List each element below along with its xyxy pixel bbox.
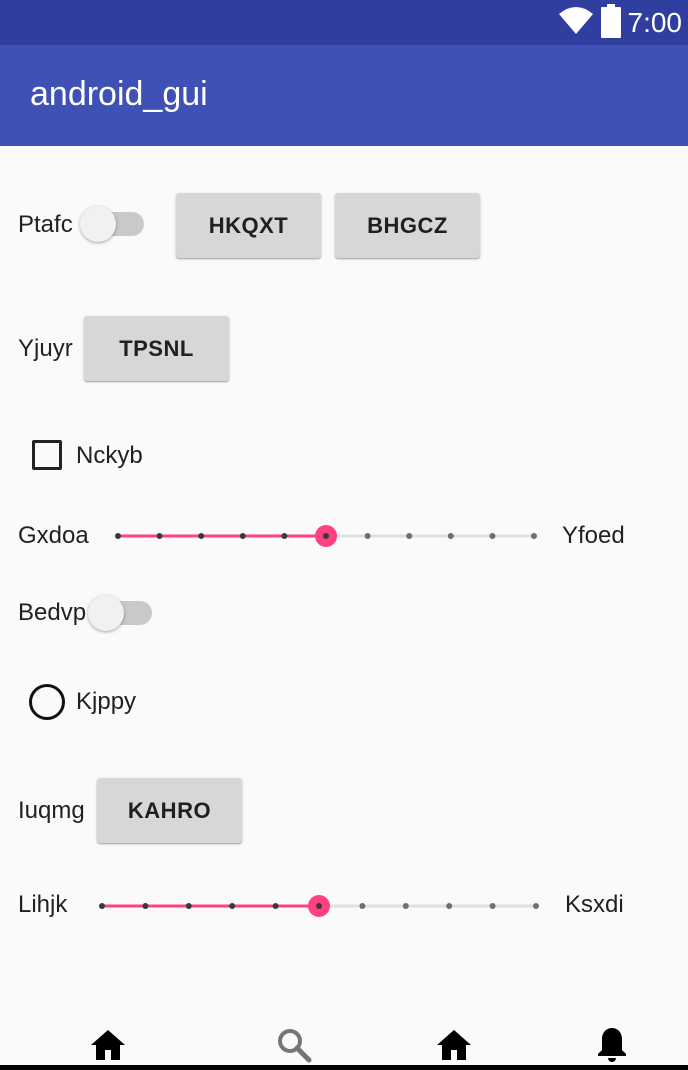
nav-notifications-button[interactable]: [590, 1023, 634, 1067]
slider-tick: [142, 903, 149, 909]
lihjk-slider[interactable]: [88, 891, 552, 921]
slider-tick: [489, 903, 496, 909]
slider-tick: [185, 903, 192, 909]
kahro-button[interactable]: KAHRO: [97, 778, 242, 843]
gxdoa-label: Gxdoa: [18, 522, 89, 549]
ptafc-label: Ptafc: [18, 211, 73, 238]
slider-tick: [531, 533, 537, 539]
status-bar: 7:00: [0, 0, 688, 45]
gxdoa-slider[interactable]: [104, 521, 552, 551]
slider-tick: [359, 903, 366, 909]
switch-thumb: [80, 206, 116, 242]
slider-tick: [533, 903, 539, 909]
kjppy-label[interactable]: Kjppy: [76, 690, 136, 714]
app-bar: android_gui: [0, 45, 688, 146]
bedvp-switch[interactable]: [88, 593, 152, 633]
status-time: 7:00: [627, 7, 683, 38]
bell-icon: [598, 1028, 626, 1062]
yjuyr-label: Yjuyr: [18, 335, 73, 362]
slider-tick: [446, 903, 453, 909]
nckyb-label[interactable]: Nckyb: [76, 444, 143, 468]
app-title: android_gui: [30, 75, 208, 113]
tpsnl-button[interactable]: TPSNL: [84, 316, 229, 381]
nckyb-checkbox[interactable]: [32, 440, 62, 470]
home-icon: [91, 1030, 125, 1060]
wifi-icon: [558, 6, 594, 41]
slider-tick: [489, 533, 496, 539]
nav-search-button[interactable]: [272, 1023, 316, 1067]
iuqmg-label: Iuqmg: [18, 797, 85, 824]
nav-home-button-2[interactable]: [432, 1023, 476, 1067]
slider-tick: [402, 903, 409, 909]
status-icons: 7:00: [558, 3, 683, 43]
hkqxt-button[interactable]: HKQXT: [176, 193, 321, 258]
slider-thumb-tick: [323, 533, 329, 539]
yfoed-label: Yfoed: [562, 522, 625, 549]
search-icon: [278, 1029, 312, 1063]
slider-tick: [115, 533, 121, 539]
ksxdi-label: Ksxdi: [565, 891, 624, 918]
slider-thumb-tick: [316, 903, 322, 909]
bedvp-label: Bedvp: [18, 599, 87, 626]
slider-tick: [406, 533, 413, 539]
slider-tick: [239, 533, 246, 539]
slider-tick: [229, 903, 236, 909]
home-icon: [437, 1030, 471, 1060]
slider-tick: [272, 903, 279, 909]
battery-icon: [600, 3, 622, 43]
switch-thumb: [88, 595, 124, 631]
slider-tick: [198, 533, 205, 539]
slider-tick: [99, 903, 105, 909]
lihjk-label: Lihjk: [18, 891, 68, 918]
slider-tick: [281, 533, 288, 539]
bhgcz-button[interactable]: BHGCZ: [335, 193, 480, 258]
kjppy-radio[interactable]: [29, 684, 65, 720]
ptafc-switch[interactable]: [80, 204, 144, 244]
nav-home-button[interactable]: [86, 1023, 130, 1067]
bottom-navigation: [0, 1015, 688, 1070]
slider-tick: [364, 533, 371, 539]
nav-divider: [0, 1065, 688, 1070]
slider-tick: [447, 533, 454, 539]
slider-tick: [156, 533, 163, 539]
